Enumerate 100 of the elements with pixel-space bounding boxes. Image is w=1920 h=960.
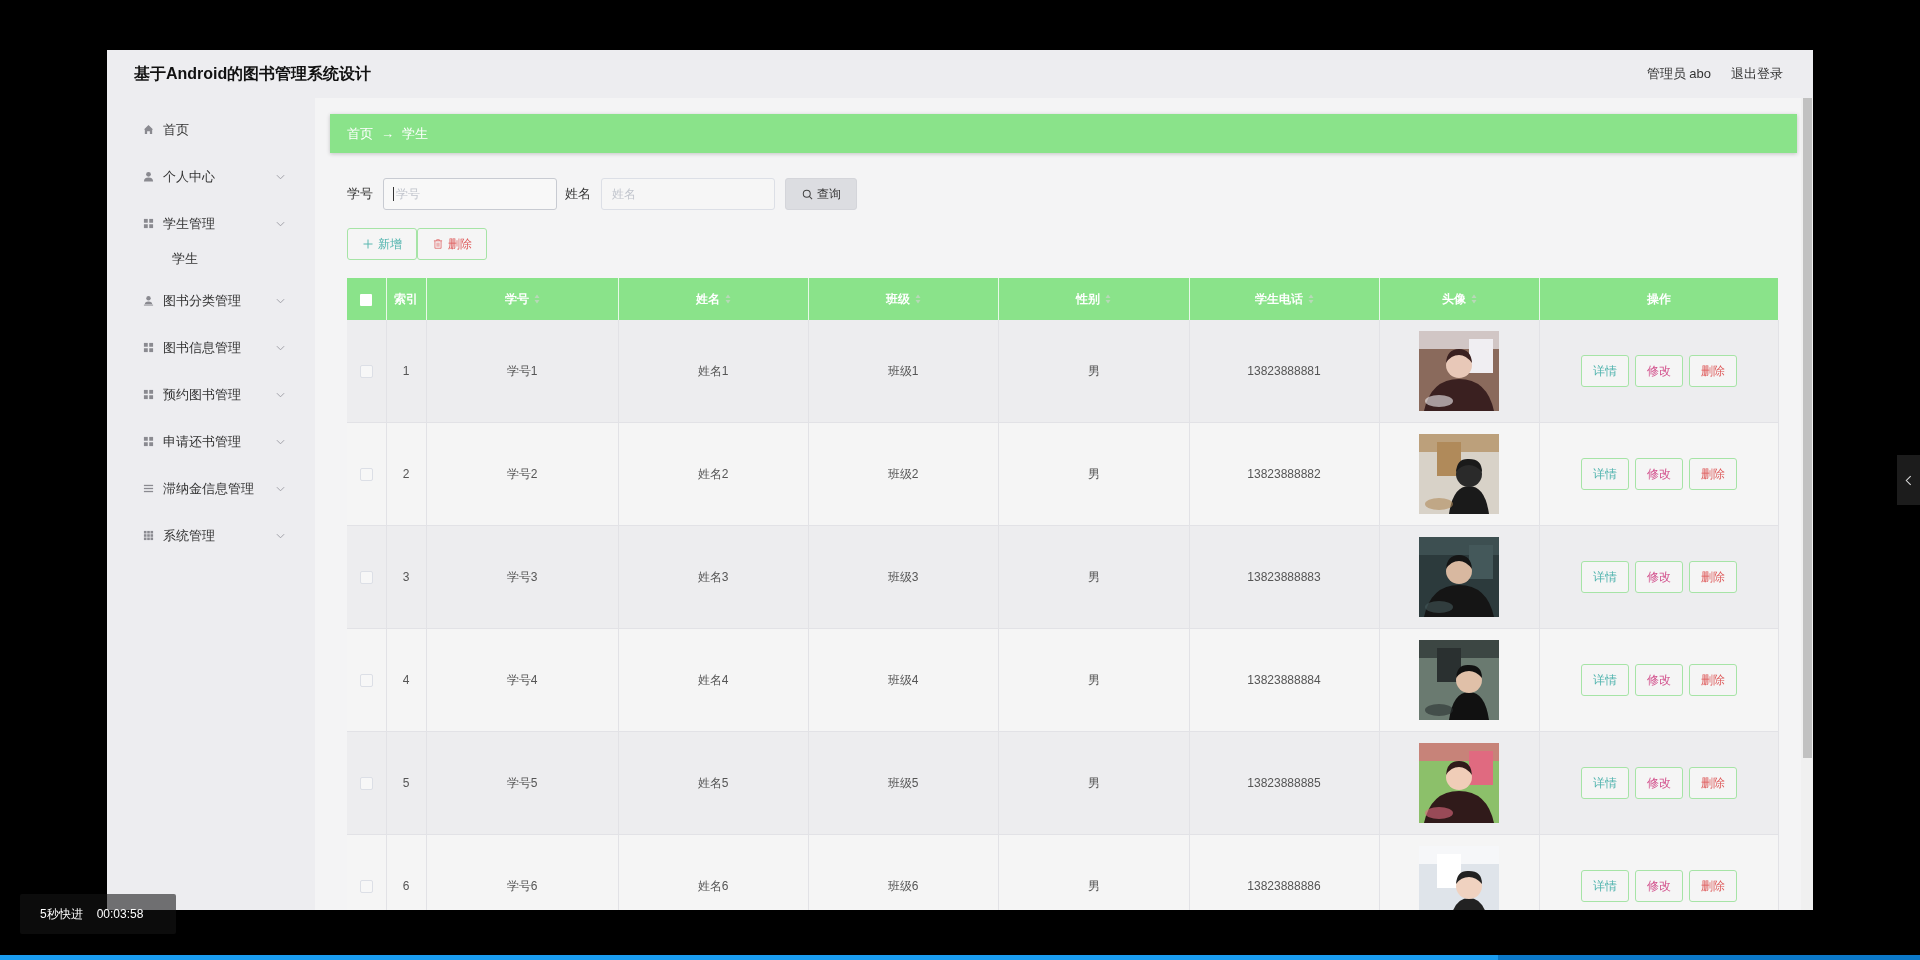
table-cell: 学号1: [426, 320, 618, 423]
grid-icon: [143, 218, 154, 229]
add-button[interactable]: 新增: [347, 228, 417, 260]
table-cell: 13823888885: [1189, 731, 1379, 835]
sort-icon[interactable]: [1105, 294, 1111, 304]
edit-button[interactable]: 修改: [1634, 458, 1683, 490]
table-cell: 男: [998, 834, 1189, 910]
grid-icon: [143, 436, 154, 447]
grid-icon: [143, 342, 154, 353]
delete-button[interactable]: 删除: [1688, 870, 1737, 902]
sort-icon[interactable]: [1470, 294, 1477, 304]
edit-button[interactable]: 修改: [1634, 664, 1683, 696]
menu-item[interactable]: 图书信息管理: [107, 324, 315, 371]
table-cell: 13823888884: [1189, 628, 1379, 732]
chevron-down-icon: [276, 438, 285, 445]
table-cell: 男: [998, 628, 1189, 732]
chevron-down-icon: [276, 220, 285, 227]
delete-button[interactable]: 删除: [1688, 664, 1737, 696]
details-button[interactable]: 详情: [1580, 870, 1629, 902]
table-cell: 班级6: [808, 834, 998, 910]
sort-icon[interactable]: [914, 294, 921, 304]
sort-icon[interactable]: [724, 294, 731, 304]
header-cell: 头像: [1379, 278, 1539, 320]
chevron-down-icon: [276, 391, 285, 398]
chevron-down-icon: [276, 485, 285, 492]
table-cell: 姓名5: [618, 731, 808, 835]
checkbox[interactable]: [359, 880, 373, 894]
list-icon: [143, 483, 154, 494]
chevron-down-icon: [276, 344, 285, 351]
menu-item[interactable]: 申请还书管理: [107, 418, 315, 465]
header-cell: 学生电话: [1189, 278, 1379, 320]
seek-hint: 5秒快进: [40, 905, 83, 923]
table-cell: 学号5: [426, 731, 618, 835]
header-cell: 班级: [808, 278, 998, 320]
table-cell: 13823888886: [1189, 834, 1379, 910]
table-cell: 姓名2: [618, 422, 808, 526]
menu-item[interactable]: 首页: [107, 106, 315, 153]
table-cell: 姓名4: [618, 628, 808, 732]
table-cell: 1: [386, 320, 426, 423]
chevron-left-icon: [1905, 474, 1912, 486]
table-cell: 13823888883: [1189, 525, 1379, 629]
chevron-down-icon: [276, 173, 285, 180]
table-cell: 3: [386, 525, 426, 629]
details-button[interactable]: 详情: [1580, 767, 1629, 799]
edit-button[interactable]: 修改: [1634, 870, 1683, 902]
table-cell: 男: [998, 422, 1189, 526]
home-icon: [143, 124, 154, 135]
delete-button[interactable]: 删除: [1688, 767, 1737, 799]
field-label: 姓名: [565, 185, 591, 203]
table-cell: 5: [386, 731, 426, 835]
checkbox[interactable]: [359, 468, 373, 482]
header-cell: 索引: [386, 278, 426, 320]
table-cell: 学号2: [426, 422, 618, 526]
sort-icon[interactable]: [1307, 294, 1314, 304]
details-button[interactable]: 详情: [1580, 355, 1629, 387]
checkbox[interactable]: [359, 365, 373, 379]
table-cell: 13823888882: [1189, 422, 1379, 526]
menu-item[interactable]: 个人中心: [107, 153, 315, 200]
delete-button[interactable]: 删除: [417, 228, 487, 260]
search-button[interactable]: 查询: [785, 178, 857, 210]
user-label: 管理员 abo: [1646, 65, 1711, 83]
sort-icon[interactable]: [533, 294, 540, 304]
trash-icon: [432, 239, 443, 249]
edit-button[interactable]: 修改: [1634, 561, 1683, 593]
scrollbar[interactable]: [1801, 98, 1813, 910]
chevron-down-icon: [276, 532, 285, 539]
table-cell: 班级4: [808, 628, 998, 732]
checkbox[interactable]: [359, 674, 373, 688]
delete-button[interactable]: 删除: [1688, 458, 1737, 490]
table-cell: 学号6: [426, 834, 618, 910]
details-button[interactable]: 详情: [1580, 561, 1629, 593]
grid-icon: [143, 389, 154, 400]
logout-link[interactable]: 退出登录: [1731, 65, 1783, 83]
checkbox[interactable]: [360, 293, 373, 306]
edit-button[interactable]: 修改: [1634, 355, 1683, 387]
table-cell: 姓名6: [618, 834, 808, 910]
details-button[interactable]: 详情: [1580, 458, 1629, 490]
progress-track[interactable]: [0, 955, 1920, 960]
side-panel-toggle[interactable]: [1897, 455, 1920, 505]
table-cell: 学号4: [426, 628, 618, 732]
table-cell: 男: [998, 320, 1189, 423]
table-cell: 4: [386, 628, 426, 732]
table-cell: 班级1: [808, 320, 998, 423]
breadcrumb-item: →: [381, 126, 394, 141]
plus-icon: [362, 239, 373, 249]
table-cell: 班级3: [808, 525, 998, 629]
checkbox[interactable]: [359, 777, 373, 791]
menu-item[interactable]: 系统管理: [107, 512, 315, 559]
menu-item[interactable]: 图书分类管理: [107, 277, 315, 324]
details-button[interactable]: 详情: [1580, 664, 1629, 696]
menu-item[interactable]: 滞纳金信息管理: [107, 465, 315, 512]
table-cell: 班级2: [808, 422, 998, 526]
table-cell: 男: [998, 731, 1189, 835]
table-cell: 男: [998, 525, 1189, 629]
menu-item[interactable]: 预约图书管理: [107, 371, 315, 418]
delete-button[interactable]: 删除: [1688, 355, 1737, 387]
header-cell: 学号: [426, 278, 618, 320]
edit-button[interactable]: 修改: [1634, 767, 1683, 799]
checkbox[interactable]: [359, 571, 373, 585]
delete-button[interactable]: 删除: [1688, 561, 1737, 593]
